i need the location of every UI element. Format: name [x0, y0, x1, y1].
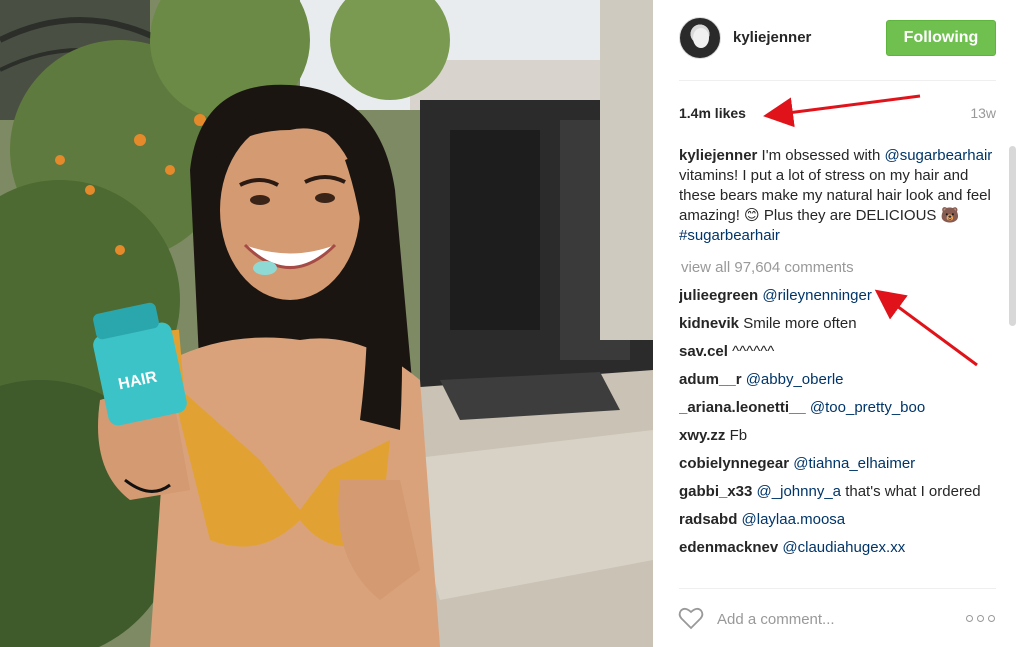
- comment-username[interactable]: kidnevik: [679, 315, 739, 332]
- add-comment-input[interactable]: [717, 607, 947, 631]
- comment-mention[interactable]: @laylaa.moosa: [742, 511, 846, 528]
- caption: kyliejenner I'm obsessed with @sugarbear…: [679, 146, 996, 246]
- comment-mention[interactable]: @_johnny_a: [757, 483, 841, 500]
- comment-username[interactable]: adum__r: [679, 371, 742, 388]
- comments-scrollbar[interactable]: [1009, 146, 1016, 326]
- header-divider: [679, 80, 996, 81]
- post-header: kyliejenner Following: [679, 14, 996, 66]
- comment-text: Smile more often: [743, 315, 857, 332]
- more-dot: [977, 615, 984, 622]
- comment-mention[interactable]: @claudiahugex.xx: [782, 539, 905, 556]
- comment-username[interactable]: sav.cel: [679, 343, 728, 360]
- comment-username[interactable]: _ariana.leonetti__: [679, 399, 806, 416]
- comment-row: adum__r @abby_oberle: [679, 370, 996, 390]
- post-details-panel: kyliejenner Following 1.4m likes 13w kyl…: [653, 0, 1019, 647]
- comment-row: radsabd @laylaa.moosa: [679, 510, 996, 530]
- caption-hashtag[interactable]: #sugarbearhair: [679, 227, 780, 244]
- comment-username[interactable]: xwy.zz: [679, 427, 725, 444]
- comment-row: cobielynnegear @tiahna_elhaimer: [679, 454, 996, 474]
- comment-username[interactable]: edenmacknev: [679, 539, 778, 556]
- heart-icon[interactable]: [678, 606, 704, 630]
- comment-row: julieegreen @rileynenninger: [679, 286, 996, 306]
- comment-username[interactable]: radsabd: [679, 511, 737, 528]
- post-photo[interactable]: HAIR: [0, 0, 653, 647]
- post-age[interactable]: 13w: [970, 105, 996, 121]
- comment-mention[interactable]: @tiahna_elhaimer: [793, 455, 915, 472]
- smile-emoji-icon: 😊: [744, 207, 760, 224]
- comment-mention[interactable]: @rileynenninger: [762, 287, 871, 304]
- comment-username[interactable]: gabbi_x33: [679, 483, 752, 500]
- caption-username[interactable]: kyliejenner: [679, 147, 757, 164]
- comment-mention[interactable]: @abby_oberle: [746, 371, 844, 388]
- comment-row: xwy.zz Fb: [679, 426, 996, 446]
- bear-emoji-icon: 🐻: [940, 207, 960, 224]
- comment-username[interactable]: cobielynnegear: [679, 455, 789, 472]
- comment-row: kidnevik Smile more often: [679, 314, 996, 334]
- photo-illustration: HAIR: [0, 0, 653, 647]
- comment-text: Fb: [729, 427, 748, 444]
- comment-text: ^^^^^^: [732, 343, 775, 360]
- comment-rows: julieegreen @rileynenninger kidnevik Smil…: [679, 286, 996, 558]
- comment-mention[interactable]: @too_pretty_boo: [810, 399, 925, 416]
- comment-row: sav.cel ^^^^^^: [679, 342, 996, 362]
- view-all-comments-link[interactable]: view all 97,604 comments: [681, 258, 996, 278]
- following-button[interactable]: Following: [886, 20, 996, 56]
- comment-row: edenmacknev @claudiahugex.xx: [679, 538, 996, 558]
- caption-mention[interactable]: @sugarbearhair: [884, 147, 992, 164]
- comment-username[interactable]: julieegreen: [679, 287, 758, 304]
- footer-divider: [679, 588, 996, 589]
- caption-text: I'm obsessed with: [757, 147, 885, 164]
- caption-text: Plus they are DELICIOUS: [759, 207, 941, 224]
- more-dot: [966, 615, 973, 622]
- likes-count[interactable]: 1.4m likes: [679, 105, 746, 121]
- comment-row: _ariana.leonetti__ @too_pretty_boo: [679, 398, 996, 418]
- username-link[interactable]: kyliejenner: [733, 29, 811, 46]
- comments-list[interactable]: kyliejenner I'm obsessed with @sugarbear…: [679, 146, 996, 582]
- comment-row: gabbi_x33 @_johnny_a that's what I order…: [679, 482, 996, 502]
- more-options-icon[interactable]: [966, 610, 996, 626]
- more-dot: [988, 615, 995, 622]
- comment-text: that's what I ordered: [845, 483, 981, 500]
- avatar[interactable]: [679, 17, 721, 59]
